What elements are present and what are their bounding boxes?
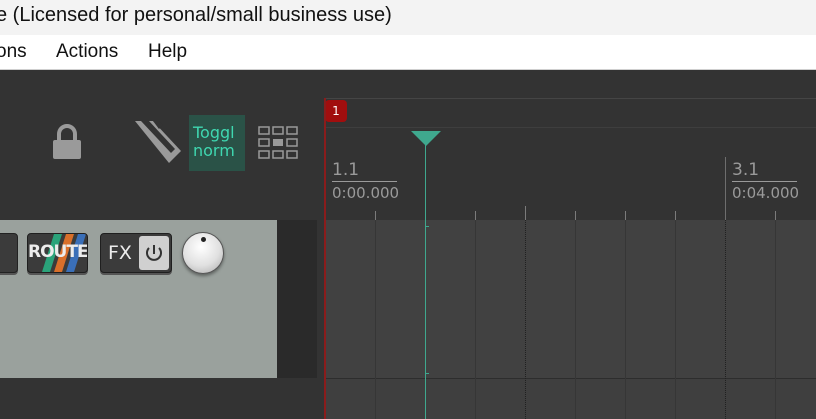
- project-start-line: [324, 98, 326, 419]
- tick-underline: [332, 181, 397, 182]
- edit-cursor-handle[interactable]: [411, 131, 441, 146]
- track-lane[interactable]: [325, 220, 816, 378]
- bar-label: 1.1: [332, 160, 360, 180]
- toggle-label-line1: Toggl: [193, 123, 235, 142]
- track-panel-empty: [0, 378, 325, 419]
- minor-tick: [775, 211, 776, 220]
- minor-tick: [525, 206, 526, 220]
- grid-snap-icon[interactable]: [258, 126, 298, 160]
- time-label: 0:00.000: [332, 184, 400, 202]
- track-separator: [325, 378, 816, 379]
- menu-bar: ons Actions Help: [0, 35, 816, 70]
- tick-underline: [732, 181, 797, 182]
- ripple-edit-icon[interactable]: [133, 119, 183, 165]
- ruler-divider: [325, 127, 816, 128]
- menu-options[interactable]: ons: [0, 41, 27, 63]
- gridline: [375, 220, 376, 419]
- fx-label: FX: [108, 242, 132, 264]
- power-icon: [146, 245, 162, 261]
- lock-icon[interactable]: [50, 124, 84, 160]
- major-tick: [725, 157, 726, 220]
- time-label: 0:04.000: [732, 184, 800, 202]
- track-panel-divider: [277, 220, 317, 378]
- knob-indicator: [201, 237, 206, 242]
- toggle-label-line2: norm: [193, 141, 235, 160]
- ruler-divider: [325, 98, 816, 99]
- gridline: [675, 220, 676, 419]
- gridline: [525, 220, 527, 419]
- gridline: [625, 220, 626, 419]
- gridline: [725, 220, 727, 419]
- fx-button[interactable]: FX: [100, 233, 172, 273]
- marker-badge[interactable]: 1: [325, 100, 347, 122]
- minor-tick: [675, 211, 676, 220]
- volume-knob[interactable]: [182, 232, 224, 274]
- fx-bypass-toggle[interactable]: [139, 236, 169, 270]
- minor-tick: [375, 211, 376, 220]
- toggle-button[interactable]: Toggl norm: [189, 115, 245, 171]
- bar-label: 3.1: [732, 160, 760, 180]
- title-bar: e (Licensed for personal/small business …: [0, 0, 816, 35]
- cursor-bracket: [425, 226, 429, 374]
- minor-tick: [625, 211, 626, 220]
- gridline: [575, 220, 576, 419]
- gridline: [775, 220, 776, 419]
- minor-tick: [575, 211, 576, 220]
- window-title: e (Licensed for personal/small business …: [0, 4, 392, 26]
- route-button[interactable]: ROUTE: [27, 233, 88, 273]
- menu-actions[interactable]: Actions: [56, 41, 118, 63]
- gridline: [475, 220, 476, 419]
- route-label: ROUTE: [28, 242, 88, 262]
- track-button-partial[interactable]: [0, 233, 18, 273]
- minor-tick: [475, 211, 476, 220]
- menu-help[interactable]: Help: [148, 41, 187, 63]
